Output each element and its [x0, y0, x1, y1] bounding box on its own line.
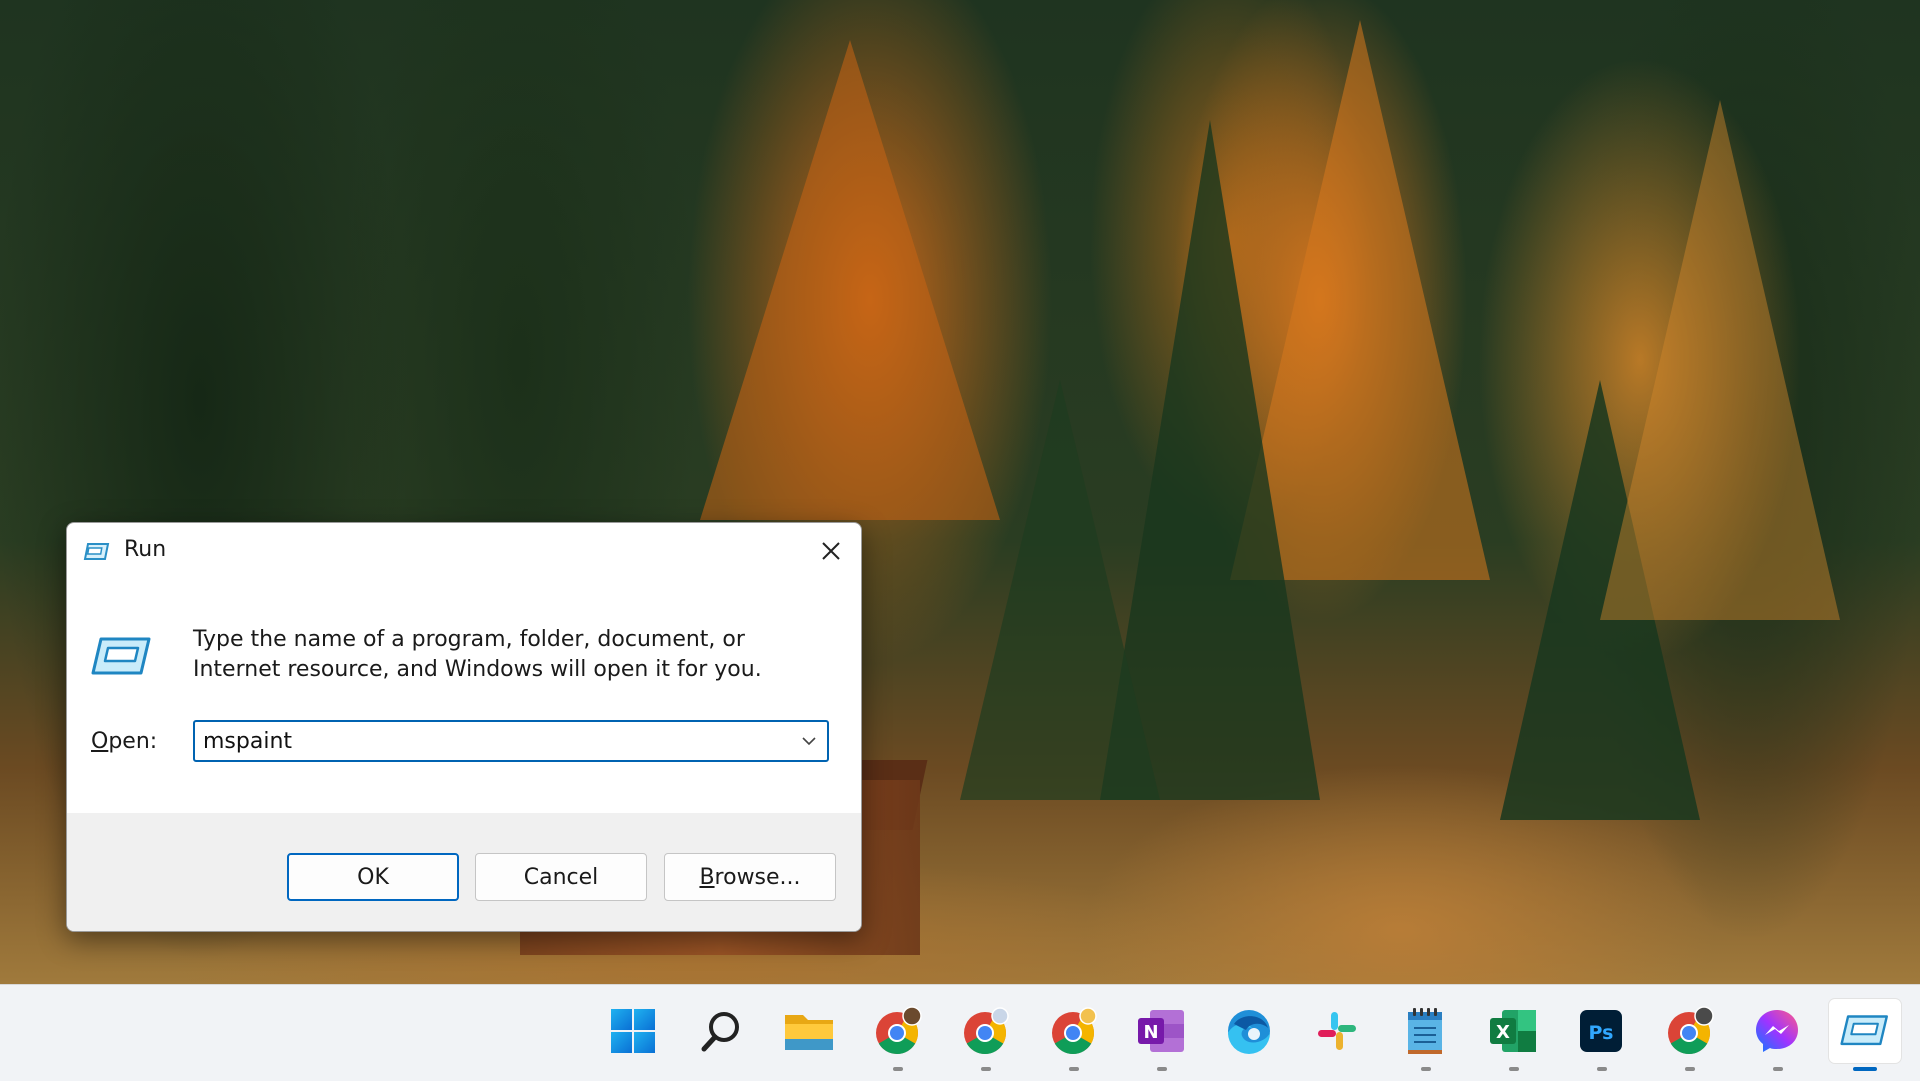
chrome-icon [1052, 1007, 1097, 1055]
search-icon [701, 1012, 739, 1052]
taskbar-chrome-profile-4[interactable] [1653, 999, 1725, 1071]
taskbar-run[interactable] [1829, 999, 1901, 1071]
edge-icon [1228, 1010, 1270, 1054]
run-icon [91, 637, 151, 675]
dialog-footer: OK Cancel Browse... [67, 813, 861, 931]
run-icon [1840, 1015, 1888, 1046]
onenote-icon: N [1138, 1010, 1184, 1052]
slack-icon [1318, 1012, 1356, 1050]
running-indicator [1773, 1067, 1783, 1071]
taskbar-excel[interactable]: X [1477, 999, 1549, 1071]
running-indicator [1509, 1067, 1519, 1071]
taskbar-messenger[interactable] [1741, 999, 1813, 1071]
open-label-text: pen: [108, 729, 158, 754]
taskbar: N X Ps [0, 984, 1920, 1081]
taskbar-file-explorer[interactable] [773, 999, 845, 1063]
taskbar-photoshop[interactable]: Ps [1565, 999, 1637, 1071]
start-button[interactable] [597, 999, 669, 1063]
open-input[interactable] [203, 726, 783, 756]
open-label: Open: [91, 729, 157, 754]
taskbar-onenote[interactable]: N [1125, 999, 1197, 1071]
taskbar-notepad[interactable] [1389, 999, 1461, 1071]
open-combobox[interactable] [193, 720, 829, 762]
running-indicator [1069, 1067, 1079, 1071]
taskbar-chrome-profile-3[interactable] [1037, 999, 1109, 1071]
chrome-icon [964, 1007, 1009, 1055]
open-label-accelerator: O [91, 729, 109, 754]
close-icon [822, 542, 840, 560]
browse-accelerator: B [699, 864, 715, 890]
photoshop-icon: Ps [1580, 1010, 1622, 1052]
photoshop-letters: Ps [1589, 1022, 1614, 1044]
cancel-button[interactable]: Cancel [475, 853, 647, 901]
run-icon [83, 543, 110, 560]
excel-icon: X [1490, 1010, 1536, 1052]
taskbar-chrome-profile-2[interactable] [949, 999, 1021, 1071]
running-indicator [1421, 1067, 1431, 1071]
wallpaper-tree [700, 40, 1000, 520]
onenote-letter: N [1143, 1022, 1158, 1043]
chrome-icon [1668, 1006, 1714, 1055]
wallpaper-tree [1600, 100, 1840, 620]
chrome-icon [876, 1006, 922, 1055]
running-indicator [893, 1067, 903, 1071]
running-indicator [1157, 1067, 1167, 1071]
chevron-down-icon[interactable] [801, 734, 817, 748]
dialog-titlebar[interactable]: Run [67, 523, 861, 583]
running-indicator [1597, 1067, 1607, 1071]
run-dialog: Run Type the name of a program, folder, … [66, 522, 862, 932]
windows-logo-icon [611, 1009, 655, 1053]
dialog-title: Run [124, 537, 167, 562]
wallpaper-tree [960, 380, 1160, 800]
taskbar-edge[interactable] [1213, 999, 1285, 1063]
notepad-icon [1408, 1008, 1442, 1054]
taskbar-chrome-profile-1[interactable] [861, 999, 933, 1071]
running-indicator [1685, 1067, 1695, 1071]
dialog-body: Type the name of a program, folder, docu… [67, 583, 861, 813]
close-button[interactable] [801, 523, 861, 579]
taskbar-slack[interactable] [1301, 999, 1373, 1063]
browse-button[interactable]: Browse... [664, 853, 836, 901]
browse-label: rowse... [714, 864, 801, 890]
search-button[interactable] [685, 999, 757, 1063]
excel-letter: X [1496, 1022, 1510, 1043]
folder-icon [785, 1015, 833, 1050]
ok-button[interactable]: OK [287, 853, 459, 901]
messenger-icon [1756, 1010, 1798, 1052]
active-indicator [1853, 1067, 1877, 1071]
dialog-description: Type the name of a program, folder, docu… [193, 627, 762, 682]
running-indicator [981, 1067, 991, 1071]
